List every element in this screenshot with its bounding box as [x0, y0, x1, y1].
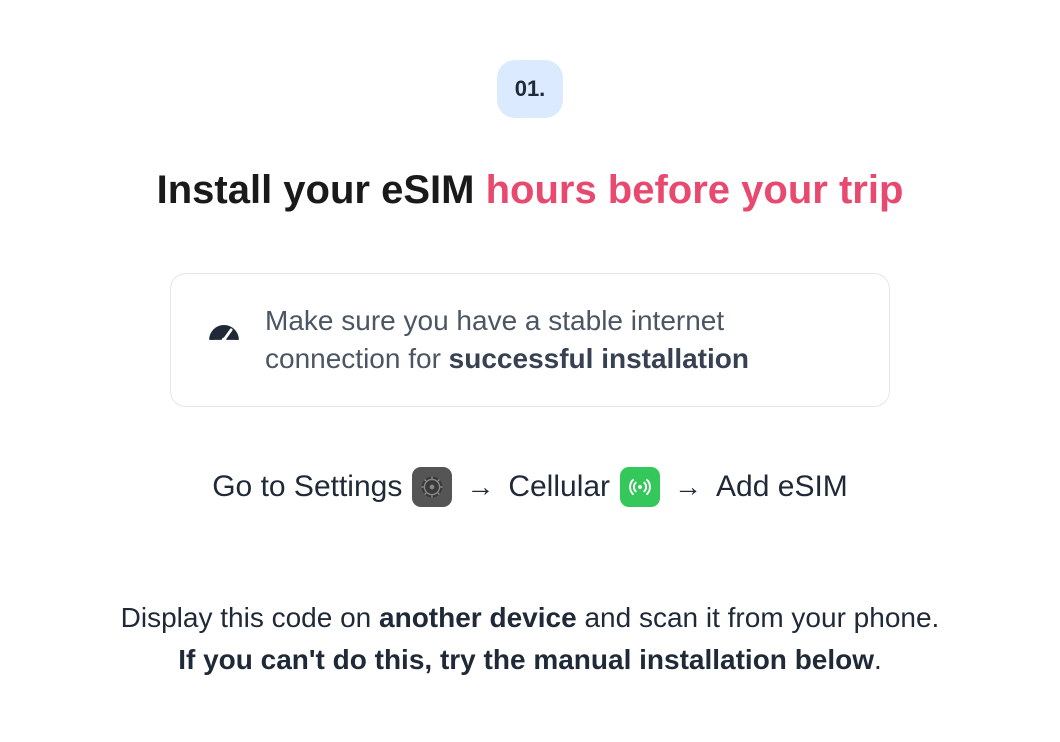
notice-strong: successful installation: [449, 343, 749, 374]
line1-suffix: and scan it from your phone.: [577, 602, 940, 633]
path-go-to-settings: Go to Settings: [212, 470, 402, 504]
settings-icon: [412, 467, 452, 507]
line2-suffix: .: [874, 644, 882, 675]
notice-text: Make sure you have a stable internet con…: [265, 302, 853, 378]
connection-notice: Make sure you have a stable internet con…: [170, 273, 890, 407]
step-number-badge: 01.: [497, 60, 564, 118]
line1-prefix: Display this code on: [121, 602, 379, 633]
cellular-icon: [620, 467, 660, 507]
arrow-icon: →: [670, 471, 706, 503]
path-add-esim: Add eSIM: [716, 470, 848, 504]
speedometer-icon: [207, 320, 241, 359]
path-cellular: Cellular: [508, 470, 610, 504]
instructions-line1: Display this code on another device and …: [80, 597, 980, 639]
instructions-line2: If you can't do this, try the manual ins…: [80, 639, 980, 681]
line2-bold: If you can't do this, try the manual ins…: [178, 644, 874, 675]
headline-prefix: Install your eSIM: [157, 168, 486, 212]
arrow-icon: →: [462, 471, 498, 503]
scan-instructions: Display this code on another device and …: [80, 597, 980, 681]
headline-accent: hours before your trip: [486, 168, 904, 212]
settings-path: Go to Settings → Cellular → Add eSIM: [212, 467, 848, 507]
page-title: Install your eSIM hours before your trip: [157, 168, 904, 213]
line1-bold: another device: [379, 602, 577, 633]
